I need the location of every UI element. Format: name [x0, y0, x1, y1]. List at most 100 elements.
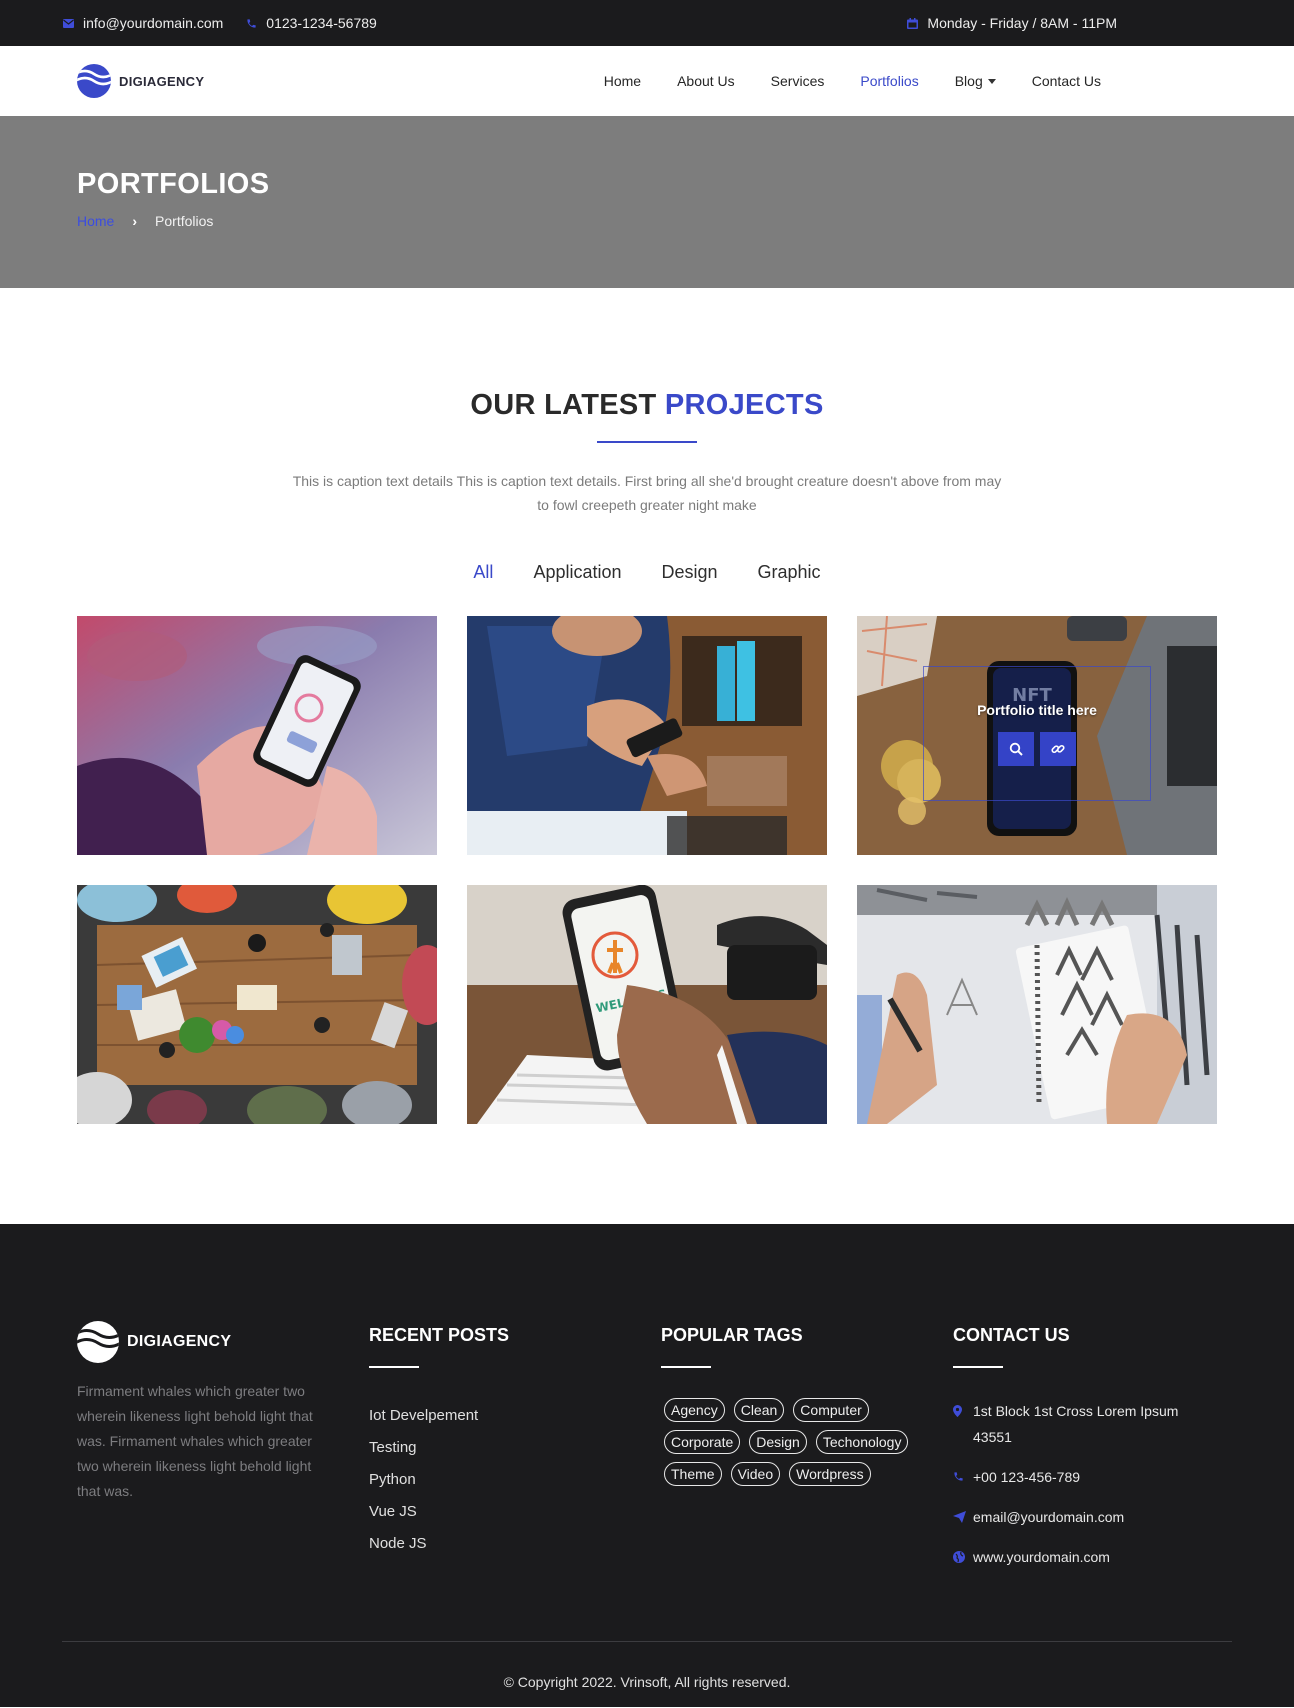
phone-icon: [953, 1464, 966, 1490]
filter-application[interactable]: Application: [533, 562, 621, 583]
portfolio-image: [77, 885, 437, 1124]
title-underline: [661, 1366, 711, 1368]
nav-about-us[interactable]: About Us: [677, 73, 735, 89]
tag-link[interactable]: Corporate: [664, 1430, 741, 1454]
top-bar-contacts: info@yourdomain.com 0123-1234-56789: [62, 15, 377, 31]
portfolio-item[interactable]: [77, 885, 437, 1124]
portfolio-filters: All Application Design Graphic: [0, 562, 1294, 583]
nav-blog-label: Blog: [954, 73, 983, 89]
footer-popular-tags: POPULAR TAGS Agency Clean Computer Corpo…: [661, 1325, 953, 1584]
tag-link[interactable]: Wordpress: [789, 1462, 871, 1486]
contact-website[interactable]: www.yourdomain.com: [953, 1544, 1203, 1570]
zoom-search-button[interactable]: [998, 731, 1034, 766]
portfolio-item[interactable]: [467, 616, 827, 855]
envelope-icon: [62, 17, 74, 29]
top-bar-hours-text: Monday - Friday / 8AM - 11PM: [927, 15, 1117, 31]
portfolio-item[interactable]: WELLNESS: [467, 885, 827, 1124]
portfolio-image: WELLNESS: [467, 885, 827, 1124]
recent-posts-title: RECENT POSTS: [369, 1325, 510, 1345]
projects-section: OUR LATEST PROJECTS This is caption text…: [0, 288, 1294, 1224]
recent-post-link[interactable]: Node JS: [369, 1528, 661, 1560]
section-title: OUR LATEST PROJECTS: [0, 389, 1294, 422]
recent-post-link[interactable]: Vue JS: [369, 1496, 661, 1528]
footer-about: DIGIAGENCY Firmament whales which greate…: [77, 1321, 369, 1584]
nav-home[interactable]: Home: [604, 73, 641, 89]
title-underline: [597, 441, 697, 443]
nav-contact-us-label: Contact Us: [1031, 73, 1101, 89]
tag-link[interactable]: Computer: [793, 1398, 869, 1422]
nav-contact-us[interactable]: Contact Us: [1032, 73, 1101, 89]
top-bar: info@yourdomain.com 0123-1234-56789 Mond…: [0, 0, 1294, 46]
caret-down-icon: [987, 78, 996, 84]
nav-about-us-label: About Us: [677, 73, 735, 89]
popular-tags-title: POPULAR TAGS: [661, 1325, 803, 1345]
contact-email[interactable]: email@yourdomain.com: [953, 1504, 1203, 1530]
nav-services[interactable]: Services: [771, 73, 825, 89]
link-icon: [1051, 744, 1065, 753]
tag-link[interactable]: Clean: [733, 1398, 785, 1422]
breadcrumb-home-link[interactable]: Home: [77, 213, 114, 229]
portfolio-title: Portfolio title here: [977, 701, 1097, 718]
nav-blog[interactable]: Blog: [955, 73, 996, 89]
tag-link[interactable]: Theme: [664, 1462, 722, 1486]
tag-link[interactable]: Techonology: [815, 1430, 909, 1454]
recent-posts-list: Iot Develpement Testing Python Vue JS No…: [369, 1400, 661, 1560]
contact-address: 1st Block 1st Cross Lorem Ipsum 43551: [953, 1398, 1203, 1450]
portfolio-image: [467, 616, 827, 855]
footer-logo[interactable]: DIGIAGENCY: [77, 1321, 369, 1363]
top-bar-phone-text: 0123-1234-56789: [266, 15, 377, 31]
logo-mark-icon: [77, 1321, 119, 1363]
nav-menu: Home About Us Services Portfolios Blog C…: [604, 73, 1101, 89]
footer-recent-posts: RECENT POSTS Iot Develpement Testing Pyt…: [369, 1325, 661, 1584]
top-bar-email[interactable]: info@yourdomain.com: [62, 15, 223, 31]
footer-contact: CONTACT US 1st Block 1st Cross Lorem Ips…: [953, 1325, 1245, 1584]
tag-link[interactable]: Agency: [664, 1398, 725, 1422]
footer: DIGIAGENCY Firmament whales which greate…: [0, 1224, 1294, 1707]
recent-post-link[interactable]: Iot Develpement: [369, 1400, 661, 1432]
portfolio-item[interactable]: [77, 616, 437, 855]
contact-email-text: email@yourdomain.com: [973, 1509, 1125, 1525]
portfolio-hover-overlay: Portfolio title here: [923, 666, 1151, 801]
title-underline: [369, 1366, 419, 1368]
top-bar-phone[interactable]: 0123-1234-56789: [245, 15, 377, 31]
footer-brand-name: DIGIAGENCY: [127, 1333, 232, 1350]
footer-about-text: Firmament whales which greater two where…: [77, 1383, 313, 1499]
filter-all[interactable]: All: [473, 562, 493, 583]
brand-logo[interactable]: DIGIAGENCY: [77, 64, 204, 98]
map-pin-icon: [953, 1398, 966, 1450]
open-link-button[interactable]: [1040, 731, 1076, 766]
nav-portfolios-label: Portfolios: [860, 73, 919, 89]
contact-website-text: www.yourdomain.com: [973, 1549, 1110, 1565]
top-bar-hours: Monday - Friday / 8AM - 11PM: [906, 15, 1117, 31]
top-bar-email-text: info@yourdomain.com: [83, 15, 224, 31]
copyright-text: © Copyright 2022. Vrinsoft, All rights r…: [503, 1674, 791, 1690]
breadcrumb-current: Portfolios: [155, 213, 214, 229]
title-underline: [953, 1366, 1003, 1368]
nav-services-label: Services: [770, 73, 825, 89]
portfolio-grid: NFT Portfolio title here: [77, 616, 1294, 1124]
portfolio-actions: [998, 731, 1076, 766]
recent-post-link[interactable]: Python: [369, 1464, 661, 1496]
section-title-accent: PROJECTS: [664, 389, 824, 421]
portfolio-item[interactable]: NFT Portfolio title here: [857, 616, 1217, 855]
contact-phone[interactable]: +00 123-456-789: [953, 1464, 1203, 1490]
nav-portfolios[interactable]: Portfolios: [860, 73, 918, 89]
paper-plane-icon: [953, 1504, 966, 1530]
recent-post-link[interactable]: Testing: [369, 1432, 661, 1464]
breadcrumb: Home › Portfolios: [77, 213, 1294, 229]
tag-cloud: Agency Clean Computer Corporate Design T…: [661, 1398, 921, 1486]
section-caption: This is caption text details This is cap…: [292, 473, 1002, 513]
portfolio-image: [77, 616, 437, 855]
footer-columns: DIGIAGENCY Firmament whales which greate…: [0, 1224, 1294, 1584]
portfolio-item[interactable]: [857, 885, 1217, 1124]
page-title: PORTFOLIOS: [77, 168, 270, 200]
nav-home-label: Home: [603, 73, 642, 89]
contact-list: 1st Block 1st Cross Lorem Ipsum 43551 +0…: [953, 1398, 1245, 1570]
tag-link[interactable]: Design: [749, 1430, 807, 1454]
filter-graphic[interactable]: Graphic: [758, 562, 821, 583]
breadcrumb-separator-icon: ›: [132, 213, 138, 229]
brand-name: DIGIAGENCY: [119, 73, 205, 89]
tag-link[interactable]: Video: [730, 1462, 781, 1486]
filter-design[interactable]: Design: [662, 562, 718, 583]
logo-mark-icon: [77, 64, 111, 98]
